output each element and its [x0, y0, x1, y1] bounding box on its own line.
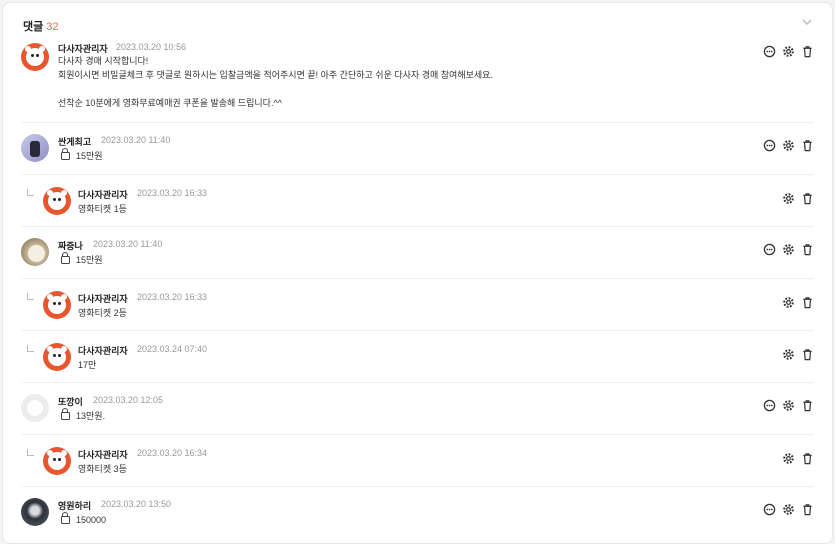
- trash-icon[interactable]: [801, 503, 814, 516]
- comment-date: 2023.03.24 07:40: [137, 344, 208, 354]
- comments-count: 32: [46, 21, 59, 33]
- comment-text: 150000: [76, 515, 107, 525]
- comment-text: 영화티켓 1등: [78, 204, 127, 214]
- reply-icon[interactable]: [763, 139, 776, 152]
- trash-icon[interactable]: [801, 139, 814, 152]
- reply-indicator-icon: [27, 449, 34, 456]
- chevron-down-icon[interactable]: [800, 15, 814, 29]
- reply-icon[interactable]: [763, 243, 776, 256]
- comment-actions: [763, 502, 814, 516]
- lock-icon: [61, 148, 70, 160]
- comment-actions: [763, 398, 814, 412]
- comment-author[interactable]: 또깡이: [58, 395, 83, 408]
- avatar: [21, 394, 49, 422]
- lock-icon: [61, 252, 70, 264]
- gear-icon[interactable]: [782, 243, 795, 256]
- comment-body: 150000: [61, 512, 107, 527]
- trash-icon[interactable]: [801, 192, 814, 205]
- comment-text: 영화티켓 3등: [78, 464, 127, 474]
- reply-icon[interactable]: [763, 45, 776, 58]
- gear-icon[interactable]: [782, 139, 795, 152]
- reply-icon[interactable]: [763, 399, 776, 412]
- avatar: [43, 291, 71, 319]
- reply-indicator-icon: [27, 189, 34, 196]
- comment-line: [58, 82, 493, 96]
- gear-icon[interactable]: [782, 192, 795, 205]
- comment-date: 2023.03.20 12:05: [93, 395, 164, 405]
- lock-icon: [61, 408, 70, 420]
- comment-date: 2023.03.20 16:33: [137, 188, 208, 198]
- trash-icon[interactable]: [801, 348, 814, 361]
- gear-icon[interactable]: [782, 503, 795, 516]
- comment-author[interactable]: 다사자관리자: [78, 188, 128, 201]
- reply-item: 다사자관리자 2023.03.24 07:40 17만: [21, 330, 814, 383]
- avatar: [21, 43, 49, 71]
- comment-item: 싼게최고 2023.03.20 11:40 15만원: [21, 122, 814, 175]
- comment-line: 회원이시면 비밀글체크 후 댓글로 원하시는 입찰금액을 적어주시면 끝! 아주…: [58, 70, 493, 80]
- gear-icon[interactable]: [782, 348, 795, 361]
- avatar: [43, 187, 71, 215]
- comment-actions: [782, 451, 814, 465]
- comment-body: 15만원: [61, 252, 103, 267]
- comment-date: 2023.03.20 11:40: [93, 239, 163, 249]
- comment-date: 2023.03.20 11:40: [101, 135, 171, 145]
- comment-actions: [782, 347, 814, 361]
- trash-icon[interactable]: [801, 296, 814, 309]
- comment-author[interactable]: 영원하리: [58, 499, 91, 512]
- comment-actions: [763, 138, 814, 152]
- comment-item: 짜증나 2023.03.20 11:40 15만원: [21, 226, 814, 279]
- comment-author[interactable]: 다사자관리자: [78, 448, 128, 461]
- gear-icon[interactable]: [782, 296, 795, 309]
- avatar: [21, 134, 49, 162]
- comment-text: 17만: [78, 360, 97, 370]
- comment-actions: [782, 191, 814, 205]
- reply-icon[interactable]: [763, 503, 776, 516]
- trash-icon[interactable]: [801, 452, 814, 465]
- comment-text: 13만원.: [76, 411, 106, 421]
- reply-item: 다사자관리자 2023.03.20 16:33 영화티켓 1등: [21, 174, 814, 227]
- reply-indicator-icon: [27, 345, 34, 352]
- comments-title: 댓글: [23, 21, 44, 33]
- comments-panel: 댓글 32 다사자관리자 2023.03.20 10:56 다사자 경매 시작합니…: [2, 2, 833, 544]
- comments-header: 댓글 32: [23, 18, 59, 34]
- comment-date: 2023.03.20 16:33: [137, 292, 208, 302]
- comment-item: 다사자관리자 2023.03.20 10:56 다사자 경매 시작합니다! 회원…: [21, 36, 814, 123]
- comment-actions: [763, 44, 814, 58]
- comment-text: 영화티켓 2등: [78, 308, 127, 318]
- comment-text: 15만원: [76, 151, 103, 161]
- comment-item: 또깡이 2023.03.20 12:05 13만원.: [21, 382, 814, 435]
- reply-item: 다사자관리자 2023.03.20 16:34 영화티켓 3등: [21, 434, 814, 487]
- trash-icon[interactable]: [801, 399, 814, 412]
- avatar: [43, 447, 71, 475]
- comment-author[interactable]: 다사자관리자: [78, 344, 128, 357]
- trash-icon[interactable]: [801, 243, 814, 256]
- comment-author[interactable]: 짜증나: [58, 239, 83, 252]
- comment-body: 15만원: [61, 148, 103, 163]
- avatar: [21, 238, 49, 266]
- comment-line: 다사자 경매 시작합니다!: [58, 56, 149, 66]
- comment-date: 2023.03.20 16:34: [137, 448, 208, 458]
- comment-body: 13만원.: [61, 408, 106, 423]
- comment-date: 2023.03.20 13:50: [101, 499, 172, 509]
- comment-author[interactable]: 싼게최고: [58, 135, 91, 148]
- trash-icon[interactable]: [801, 45, 814, 58]
- gear-icon[interactable]: [782, 452, 795, 465]
- comment-author[interactable]: 다사자관리자: [78, 292, 128, 305]
- comment-date: 2023.03.20 10:56: [116, 42, 187, 52]
- reply-item: 다사자관리자 2023.03.20 16:33 영화티켓 2등: [21, 278, 814, 331]
- comment-text: 15만원: [76, 255, 103, 265]
- comment-item: 영원하리 2023.03.20 13:50 150000: [21, 486, 814, 538]
- avatar: [21, 498, 49, 526]
- comment-actions: [782, 295, 814, 309]
- gear-icon[interactable]: [782, 399, 795, 412]
- reply-indicator-icon: [27, 293, 34, 300]
- comment-body: 다사자 경매 시작합니다! 회원이시면 비밀글체크 후 댓글로 원하시는 입찰금…: [58, 54, 493, 110]
- comment-actions: [763, 242, 814, 256]
- comment-line: 선착순 10분에게 영화무료예매권 쿠폰을 발송해 드립니다.^^: [58, 98, 282, 108]
- lock-icon: [61, 512, 70, 524]
- gear-icon[interactable]: [782, 45, 795, 58]
- avatar: [43, 343, 71, 371]
